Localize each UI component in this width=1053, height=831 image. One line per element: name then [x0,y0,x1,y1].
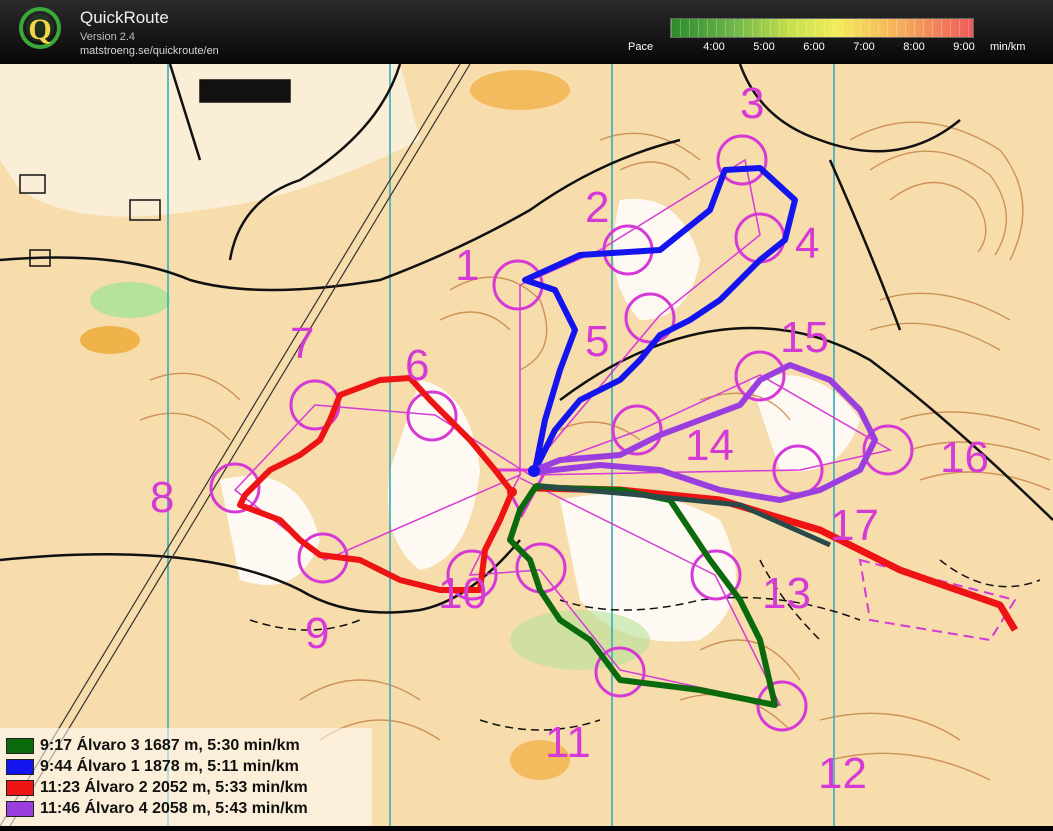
control-number: 16 [940,433,989,482]
route-start-marker [533,483,541,491]
pace-tick: 9:00 [953,41,975,53]
pace-tick: 8:00 [903,41,925,53]
legend-text: 11:23 Álvaro 2 2052 m, 5:33 min/km [40,778,308,796]
control-number: 5 [585,317,609,366]
control-number: 6 [405,341,429,390]
legend-swatch [6,800,34,817]
pace-tick: 5:00 [753,41,775,53]
svg-text:Q: Q [28,13,51,46]
control-number: 1 [455,241,479,290]
legend-swatch [6,737,34,754]
legend-text: 11:46 Álvaro 4 2058 m, 5:43 min/km [40,799,308,817]
app-header: Q QuickRoute Version 2.4 matstroeng.se/q… [0,0,1053,64]
legend-text: 9:17 Álvaro 3 1687 m, 5:30 min/km [40,736,300,754]
control-number: 2 [585,183,609,232]
app-title: QuickRoute [80,8,169,27]
pace-color-scale [670,18,974,38]
pace-tick: 6:00 [803,41,825,53]
legend-swatch [6,779,34,796]
legend-swatch [6,758,34,775]
map-canvas[interactable]: 1 2 3 4 5 6 7 8 9 10 11 12 13 14 15 16 1… [0,63,1053,827]
legend-item: 9:17 Álvaro 3 1687 m, 5:30 min/km [6,736,300,755]
control-number: 15 [780,313,829,362]
app-version: Version 2.4 [80,31,136,43]
legend-item: 11:23 Álvaro 2 2052 m, 5:33 min/km [6,778,308,797]
quickroute-logo-icon: Q [19,7,61,49]
orienteering-map[interactable]: 1 2 3 4 5 6 7 8 9 10 11 12 13 14 15 16 1… [0,63,1053,827]
app-url[interactable]: matstroeng.se/quickroute/en [80,45,219,57]
pace-unit: min/km [990,41,1026,53]
control-number: 7 [290,319,314,368]
control-number: 12 [818,749,867,798]
control-number: 10 [438,569,487,618]
pace-label: Pace [628,41,654,53]
route-start-marker [507,487,517,497]
control-number: 3 [740,79,764,128]
control-number: 13 [762,569,811,618]
control-number: 11 [545,718,591,767]
control-number: 9 [305,609,329,658]
legend-item: 11:46 Álvaro 4 2058 m, 5:43 min/km [6,799,308,818]
legend-item: 9:44 Álvaro 1 1878 m, 5:11 min/km [6,757,299,776]
control-number: 8 [150,473,174,522]
route-legend: 9:17 Álvaro 3 1687 m, 5:30 min/km 9:44 Á… [0,728,372,826]
pace-tick: 4:00 [703,41,725,53]
legend-text: 9:44 Álvaro 1 1878 m, 5:11 min/km [40,757,299,775]
route-start-marker [528,465,540,477]
control-number: 4 [795,219,819,268]
control-number: 17 [830,501,879,550]
pace-tick: 7:00 [853,41,875,53]
control-number: 14 [685,421,734,470]
